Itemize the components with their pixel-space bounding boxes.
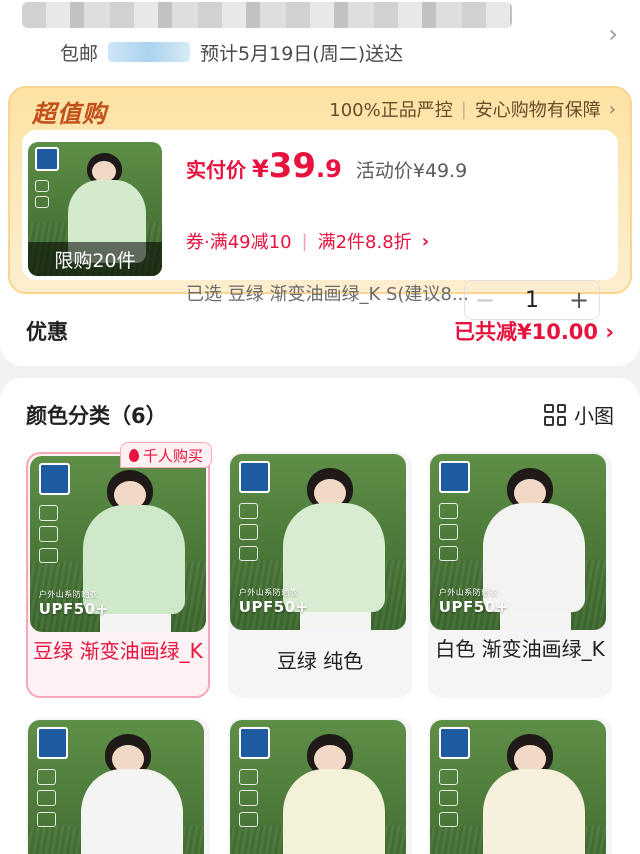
- color-option-image: 户外山系防晒衣UPF50+: [430, 454, 606, 630]
- final-price-decimal: .9: [316, 155, 342, 183]
- product-photo: 户外山系防晒衣UPF50+: [230, 454, 406, 630]
- divider: |: [460, 98, 467, 120]
- product-photo: 户外山系防晒衣UPF50+: [430, 720, 606, 854]
- currency-symbol: ¥: [252, 155, 269, 183]
- multi-buy-discount: 满2件8.8折: [317, 232, 412, 253]
- price-row: 实付价 ¥ 39 .9 活动价¥49.9: [186, 146, 467, 186]
- feature-icon: [438, 545, 459, 562]
- brand-logo-icon: [38, 463, 71, 495]
- chevron-right-icon: ›: [421, 230, 430, 252]
- variant-section-title: 颜色分类（6）: [26, 404, 167, 428]
- color-option-image: 户外山系防晒衣UPF50+: [30, 456, 206, 632]
- coupon-text: 券·满49减10: [186, 232, 292, 253]
- jacket-shape: [80, 769, 183, 854]
- color-option-image: 户外山系防晒衣UPF50+: [430, 720, 606, 854]
- activity-price: 活动价¥49.9: [355, 160, 468, 182]
- color-option-image: 户外山系防晒衣UPF50+: [28, 720, 204, 854]
- delivery-estimate: 预计5月19日(周二)送达: [200, 42, 404, 65]
- feature-icon: [238, 790, 259, 807]
- feature-icon: [36, 769, 57, 786]
- address-blurred-segment: [108, 42, 191, 62]
- feature-icon: [438, 811, 459, 828]
- color-option-label: 豆绿 渐变油画绿_K: [33, 639, 203, 663]
- product-photo: 户外山系防晒衣UPF50+: [230, 720, 406, 854]
- view-mode-toggle[interactable]: 小图: [544, 400, 614, 429]
- feature-icon: [38, 505, 59, 522]
- feature-icon: [438, 503, 459, 520]
- super-deal-section: 超值购 100%正品严控 | 安心购物有保障 › 限购20件 实付价 ¥ 39 …: [8, 86, 632, 320]
- promo-row[interactable]: 券·满49减10 | 满2件8.8折 ›: [186, 228, 429, 254]
- purchase-limit-tag: 限购20件: [28, 242, 162, 276]
- jacket-shape: [482, 769, 585, 854]
- upf-label: 户外山系防晒衣UPF50+: [38, 589, 109, 618]
- address-blurred: [22, 2, 512, 28]
- brand-logo-icon: [438, 727, 471, 759]
- feature-icon: [438, 769, 459, 786]
- feature-icon: [36, 811, 57, 828]
- color-option-tile[interactable]: 户外山系防晒衣UPF50+: [228, 718, 412, 854]
- guarantee-safe: 安心购物有保障: [474, 100, 601, 121]
- discount-total: 已共减¥10.00 ›: [453, 320, 614, 344]
- guarantee-link[interactable]: 100%正品严控 | 安心购物有保障 ›: [329, 96, 616, 122]
- brand-logo-icon: [238, 727, 271, 759]
- shipping-free-label: 包邮: [60, 42, 99, 65]
- jacket-shape: [282, 769, 385, 854]
- guarantee-authentic: 100%正品严控: [329, 100, 453, 121]
- feature-icon: [438, 524, 459, 541]
- final-price-integer: 39: [268, 146, 317, 186]
- super-deal-title: 超值购: [32, 100, 107, 128]
- color-option-tile[interactable]: 户外山系防晒衣 UPF50+ 白色 渐变油画绿_K: [428, 452, 612, 698]
- product-photo: 户外山系防晒衣UPF50+: [28, 720, 204, 854]
- brand-logo-icon: [36, 727, 69, 759]
- color-option-label: 白色 渐变油画绿_K: [435, 637, 605, 661]
- chevron-right-icon: ›: [608, 98, 616, 120]
- final-price-label: 实付价: [186, 158, 246, 182]
- discount-row[interactable]: 优惠 已共减¥10.00 ›: [0, 300, 640, 358]
- product-photo: 户外山系防晒衣UPF50+: [30, 456, 206, 632]
- color-option-label: 豆绿 纯色: [276, 649, 364, 673]
- delivery-info: 包邮 预计5月19日(周二)送达: [60, 38, 403, 66]
- delivery-address-row[interactable]: 包邮 预计5月19日(周二)送达 ›: [0, 0, 640, 86]
- product-card: 限购20件 实付价 ¥ 39 .9 活动价¥49.9 券·满49减10 | 满2…: [22, 130, 618, 320]
- feature-icon: [238, 811, 259, 828]
- color-option-tile[interactable]: 户外山系防晒衣 UPF50+ 豆绿 纯色: [228, 452, 412, 698]
- color-option-tile[interactable]: 户外山系防晒衣 UPF50+ 豆绿 渐变油画绿_K 千人购买: [26, 442, 212, 698]
- feature-icon: [238, 503, 259, 520]
- hot-seller-text: 千人购买: [142, 446, 203, 465]
- hot-seller-badge: 千人购买: [119, 442, 212, 468]
- feature-icon: [238, 524, 259, 541]
- brand-logo-icon: [238, 461, 271, 493]
- feature-icon: [38, 547, 59, 564]
- upf-label: 户外山系防晒衣UPF50+: [238, 587, 309, 616]
- chevron-right-icon[interactable]: ›: [608, 20, 618, 48]
- order-summary-card: 包邮 预计5月19日(周二)送达 › 超值购 100%正品严控 | 安心购物有保…: [0, 0, 640, 366]
- view-mode-label: 小图: [574, 404, 614, 428]
- feature-icon: [438, 790, 459, 807]
- divider: |: [301, 230, 308, 252]
- feature-icon: [36, 790, 57, 807]
- color-option-image: 户外山系防晒衣UPF50+: [230, 720, 406, 854]
- color-option-tile[interactable]: 户外山系防晒衣UPF50+: [428, 718, 612, 854]
- flame-icon: [128, 448, 139, 462]
- feature-icon: [238, 769, 259, 786]
- feature-icon: [238, 545, 259, 562]
- product-thumbnail[interactable]: 限购20件: [28, 142, 162, 276]
- color-option-image: 户外山系防晒衣UPF50+: [230, 454, 406, 630]
- discount-label: 优惠: [26, 320, 68, 344]
- upf-label: 户外山系防晒衣UPF50+: [438, 587, 509, 616]
- color-option-tile[interactable]: 户外山系防晒衣UPF50+: [26, 718, 210, 854]
- list-grid-icon: [544, 403, 566, 426]
- feature-icon: [38, 526, 59, 543]
- product-photo: 户外山系防晒衣UPF50+: [430, 454, 606, 630]
- brand-logo-icon: [438, 461, 471, 493]
